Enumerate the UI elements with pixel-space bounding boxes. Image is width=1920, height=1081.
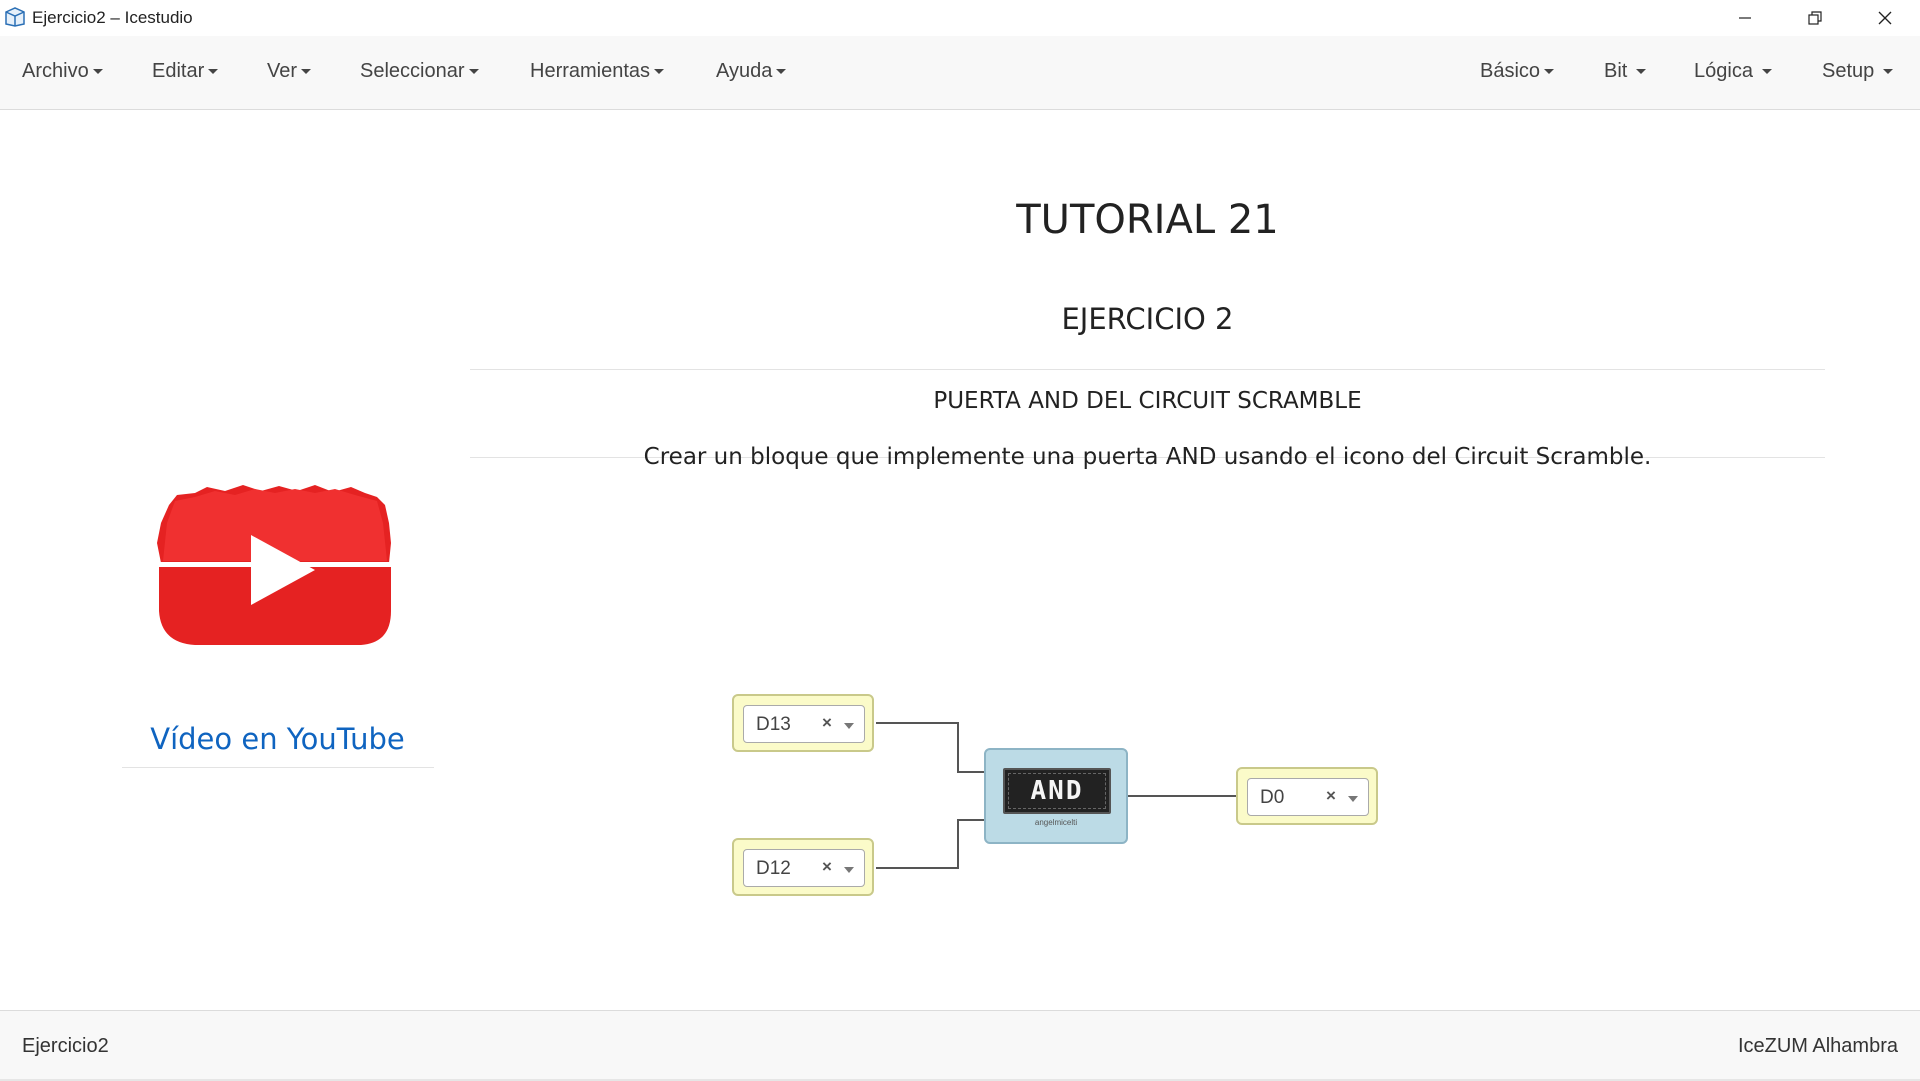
input-block-d13[interactable]: D13 ×	[732, 694, 874, 752]
dropdown-arrow-icon[interactable]	[844, 867, 854, 873]
dropdown-arrow-icon[interactable]	[844, 723, 854, 729]
input-block-d12[interactable]: D12 ×	[732, 838, 874, 896]
wire-d12-to-and	[876, 819, 984, 869]
clear-icon[interactable]: ×	[1326, 786, 1336, 806]
pin-value: D13	[756, 714, 791, 735]
project-name: Ejercicio2	[22, 1035, 109, 1057]
wire-d13-to-and	[876, 722, 984, 773]
dropdown-arrow-icon[interactable]	[1348, 796, 1358, 802]
circuit-wires	[876, 722, 1236, 869]
pin-select-d12[interactable]: D12 ×	[743, 849, 865, 887]
gate-credit: angelmicelti	[1034, 818, 1078, 827]
and-chip-icon: AND	[1003, 768, 1111, 814]
clear-icon[interactable]: ×	[822, 713, 832, 733]
and-gate-block[interactable]: AND angelmicelti	[984, 748, 1128, 844]
pin-value: D12	[756, 858, 791, 879]
pin-value: D0	[1260, 787, 1285, 808]
output-block-d0[interactable]: D0 ×	[1236, 767, 1378, 825]
and-gate-label: AND	[1008, 773, 1106, 809]
status-bar: Ejercicio2 IceZUM Alhambra	[0, 1010, 1920, 1081]
board-selector[interactable]: IceZUM Alhambra	[1738, 1035, 1898, 1058]
pin-select-d13[interactable]: D13 ×	[743, 705, 865, 743]
pin-select-d0[interactable]: D0 ×	[1247, 778, 1369, 816]
clear-icon[interactable]: ×	[822, 857, 832, 877]
